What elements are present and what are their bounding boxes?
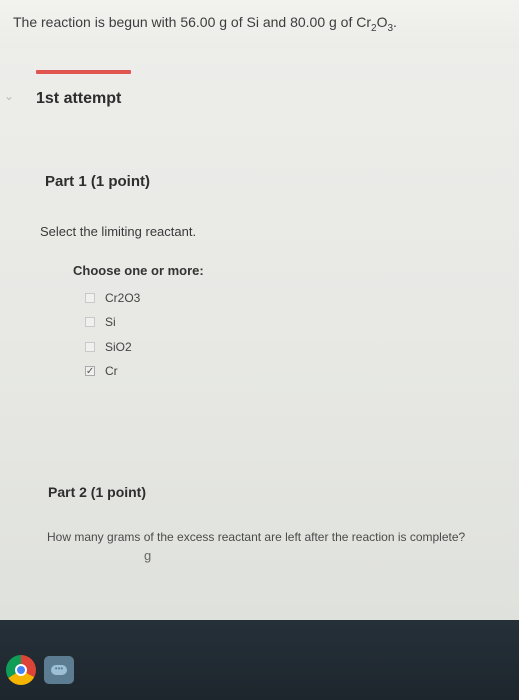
checkbox[interactable]	[85, 293, 95, 303]
checkbox-checked[interactable]: ✓	[85, 365, 95, 377]
attempt-indicator-line	[36, 70, 131, 74]
chrome-icon[interactable]	[6, 655, 36, 685]
option-label: SiO2	[105, 340, 132, 354]
choose-label: Choose one or more:	[73, 263, 204, 278]
option-sio2[interactable]: SiO2	[85, 338, 132, 356]
option-label: Cr	[105, 364, 118, 378]
checkbox[interactable]	[85, 342, 95, 352]
part1-instruction: Select the limiting reactant.	[40, 224, 197, 239]
option-si[interactable]: Si	[85, 313, 116, 331]
answer-input[interactable]	[50, 548, 142, 568]
attempt-title[interactable]: 1st attempt	[36, 90, 121, 108]
option-cr[interactable]: ✓ Cr	[85, 362, 118, 380]
unit-label: g	[144, 548, 152, 563]
part2-title: Part 2 (1 point)	[48, 484, 147, 500]
checkmark-icon: ✓	[85, 365, 95, 377]
problem-statement: The reaction is begun with 56.00 g of Si…	[13, 14, 397, 34]
problem-header: The reaction is begun with 56.00 g of Si…	[0, 0, 519, 48]
chevron-down-icon[interactable]: ⌄	[4, 89, 14, 103]
option-label: Cr2O3	[105, 291, 141, 305]
checkbox[interactable]	[85, 317, 95, 327]
option-label: Si	[105, 315, 116, 329]
chat-bubble-icon: •••	[51, 665, 67, 675]
chat-icon[interactable]: •••	[44, 656, 74, 684]
part1-title: Part 1 (1 point)	[45, 173, 151, 190]
option-cr2o3[interactable]: Cr2O3	[85, 289, 140, 307]
taskbar	[0, 620, 519, 700]
part2-question: How many grams of the excess reactant ar…	[47, 530, 466, 544]
